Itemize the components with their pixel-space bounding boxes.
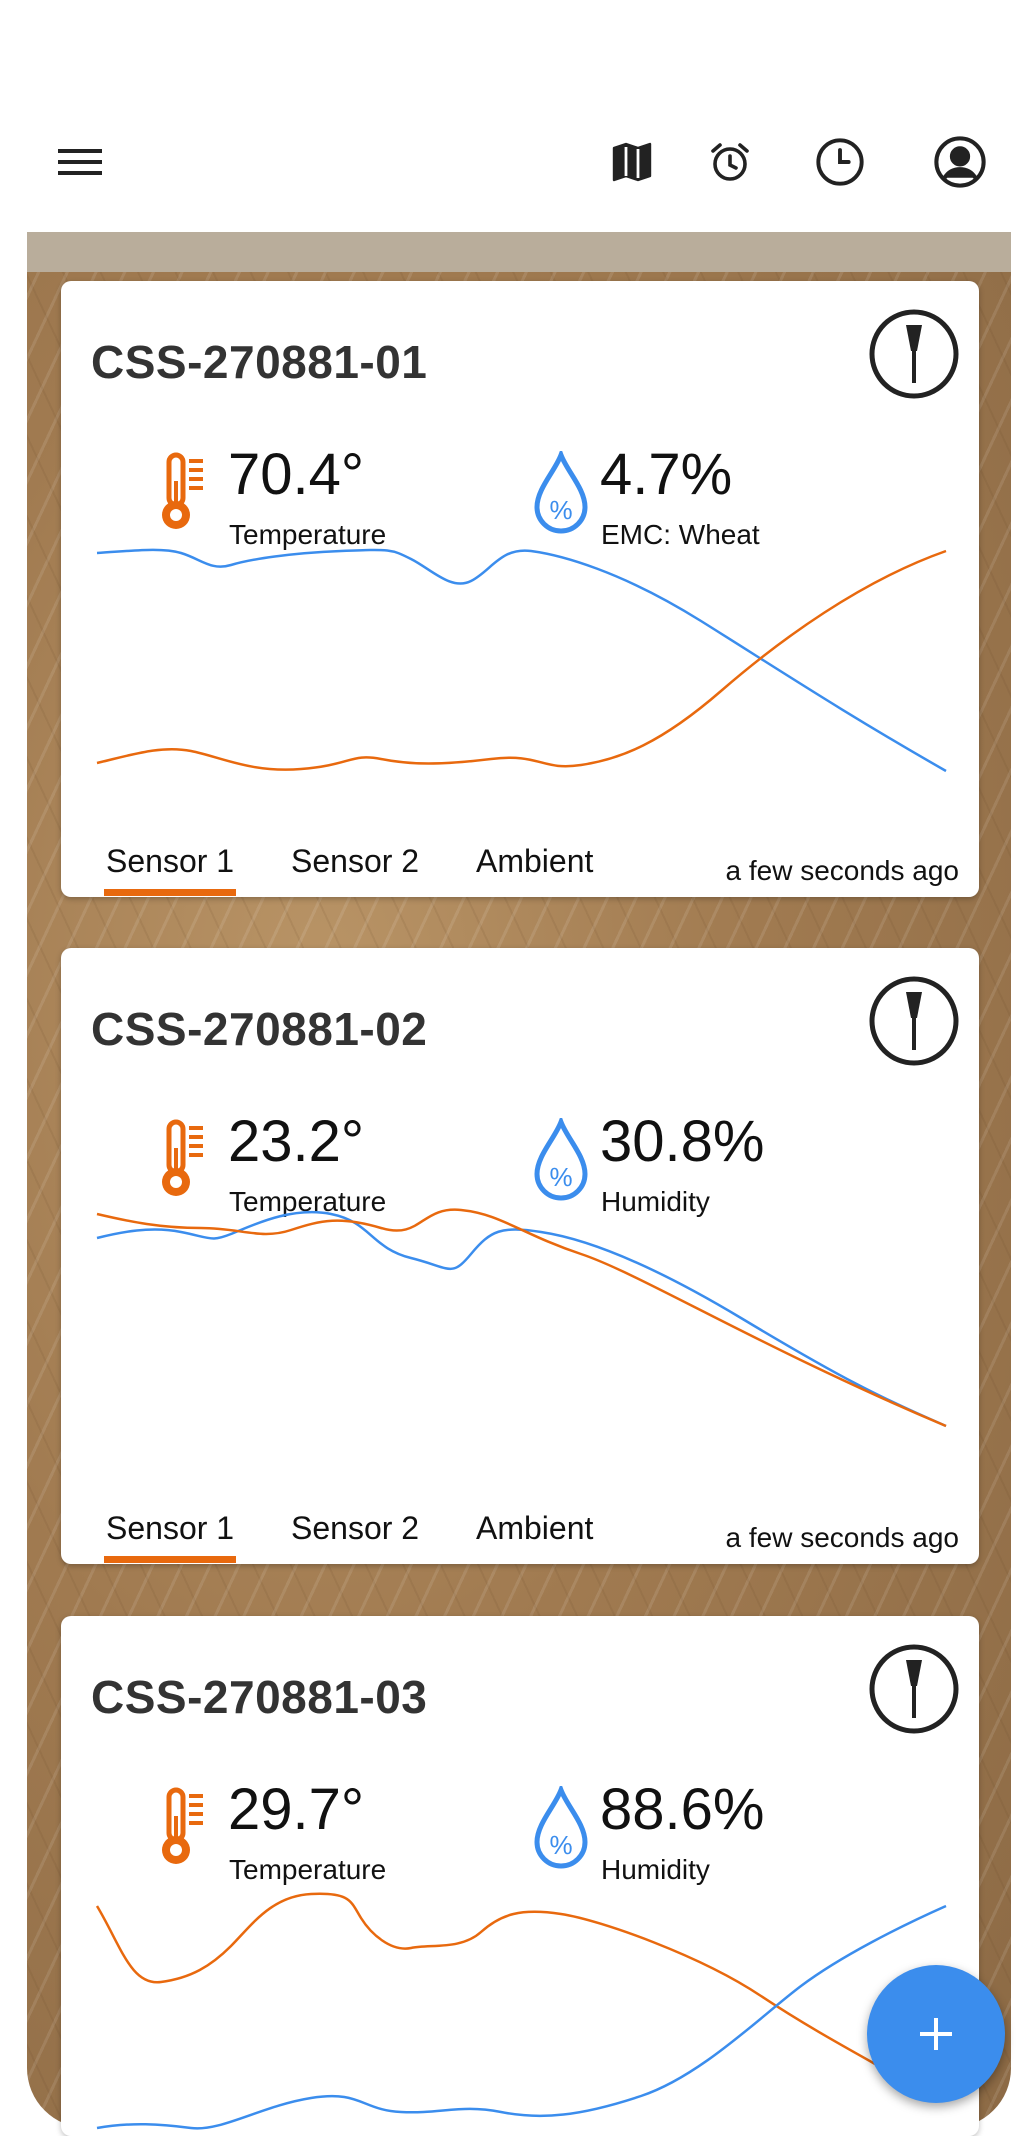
tab-ambient[interactable]: Ambient	[476, 1510, 593, 1547]
thermometer-icon	[159, 451, 219, 535]
temperature-value: 29.7°	[228, 1777, 365, 1842]
svg-text:%: %	[549, 495, 572, 525]
thermometer-icon	[159, 1786, 219, 1870]
temperature-value: 70.4°	[228, 442, 365, 507]
trend-chart	[95, 1892, 947, 2130]
humidity-value: 4.7%	[600, 442, 733, 507]
menu-icon[interactable]	[48, 130, 112, 194]
humidity-drop-icon: %	[529, 447, 593, 535]
temperature-value: 23.2°	[228, 1109, 365, 1174]
add-sensor-button[interactable]	[867, 1965, 1005, 2103]
probe-icon[interactable]	[869, 309, 959, 399]
plus-icon	[920, 2018, 952, 2050]
tab-sensor-2[interactable]: Sensor 2	[291, 1510, 419, 1547]
card-title: CSS-270881-02	[91, 1003, 428, 1055]
sensor-card-2[interactable]: CSS-270881-02 23.2° Temperature % 30.8% …	[61, 948, 979, 1564]
card-title: CSS-270881-01	[91, 336, 428, 388]
map-icon[interactable]	[600, 130, 664, 194]
temperature-trend-line	[96, 1208, 947, 1428]
temperature-trend-line	[95, 1892, 932, 2098]
tab-ambient[interactable]: Ambient	[476, 843, 593, 880]
sensor-card-1[interactable]: CSS-270881-01 70.4° Temperature % 4.7% E…	[61, 281, 979, 897]
sensor-card-3[interactable]: CSS-270881-03 29.7° Temperature % 88.6% …	[61, 1616, 979, 2136]
updated-time: a few seconds ago	[725, 1522, 960, 1553]
humidity-drop-icon: %	[529, 1782, 593, 1870]
tab-sensor-1[interactable]: Sensor 1	[103, 1510, 237, 1563]
probe-icon[interactable]	[869, 976, 959, 1066]
app-bar	[0, 0, 1020, 232]
tab-sensor-2[interactable]: Sensor 2	[291, 843, 419, 880]
svg-text:%: %	[549, 1830, 572, 1860]
trend-chart	[96, 1208, 947, 1428]
trend-chart	[96, 548, 947, 773]
tab-sensor-1[interactable]: Sensor 1	[103, 843, 237, 896]
card-title: CSS-270881-03	[91, 1671, 428, 1723]
svg-text:%: %	[549, 1162, 572, 1192]
thermometer-icon	[159, 1118, 219, 1202]
humidity-trend-line	[96, 548, 947, 773]
probe-icon[interactable]	[869, 1644, 959, 1734]
humidity-value: 30.8%	[600, 1109, 765, 1174]
humidity-value: 88.6%	[600, 1777, 765, 1842]
humidity-trend-line	[96, 1210, 947, 1428]
temperature-trend-line	[96, 549, 947, 771]
humidity-drop-icon: %	[529, 1114, 593, 1202]
humidity-trend-line	[96, 1904, 947, 2130]
updated-time: a few seconds ago	[725, 855, 960, 886]
clock-icon[interactable]	[808, 130, 872, 194]
alarm-icon[interactable]	[698, 130, 762, 194]
account-icon[interactable]	[928, 130, 992, 194]
background-top-band	[27, 232, 1011, 272]
